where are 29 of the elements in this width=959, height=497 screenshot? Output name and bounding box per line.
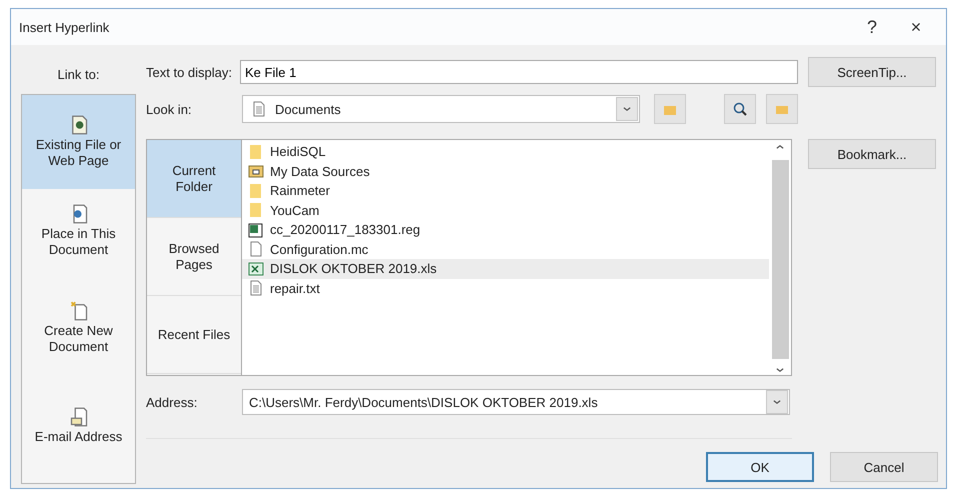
cancel-button[interactable]: Cancel [830,452,938,482]
address-label: Address: [146,394,198,410]
file-row[interactable]: Configuration.mc [242,240,769,259]
link-type-item[interactable]: Create New Document [22,273,135,383]
screentip-button[interactable]: ScreenTip... [808,57,936,87]
address-field[interactable]: C:\Users\Mr. Ferdy\Documents\DISLOK OKTOBER 2019.xls [242,389,790,415]
close-button[interactable]: × [894,12,938,42]
look-in-label: Look in: [146,102,193,116]
file-row[interactable]: YouCam [242,200,769,220]
link-type-item[interactable]: E-mail Address [22,383,135,469]
look-in-dropdown[interactable]: Documents [242,95,640,123]
file-row[interactable]: repair.txt [242,278,769,298]
link-to-label: Link to: [56,66,100,84]
window-title: Insert Hyperlink [19,20,110,34]
link-type-item[interactable]: Place in This Document [22,189,135,273]
file-row[interactable]: cc_20200117_183301.reg [242,220,769,240]
ok-button[interactable]: OK [706,452,814,482]
location-tab[interactable]: Current Folder [147,140,241,218]
text-to-display-field[interactable]: Ke File 1 [240,60,798,84]
bookmark-button[interactable]: Bookmark... [808,139,936,169]
file-row[interactable]: HeidiSQL [242,142,769,162]
help-button[interactable]: ? [850,12,894,42]
file-row[interactable]: My Data Sources [242,162,769,181]
file-row[interactable]: Rainmeter [242,181,769,200]
text-to-display-label: Text to display: [146,64,232,80]
file-row[interactable]: DISLOK OKTOBER 2019.xls [242,259,769,278]
location-tab[interactable]: Browsed Pages [147,218,241,296]
location-tab[interactable]: Recent Files [147,296,241,374]
link-type-item[interactable]: Existing File or Web Page [22,95,135,189]
